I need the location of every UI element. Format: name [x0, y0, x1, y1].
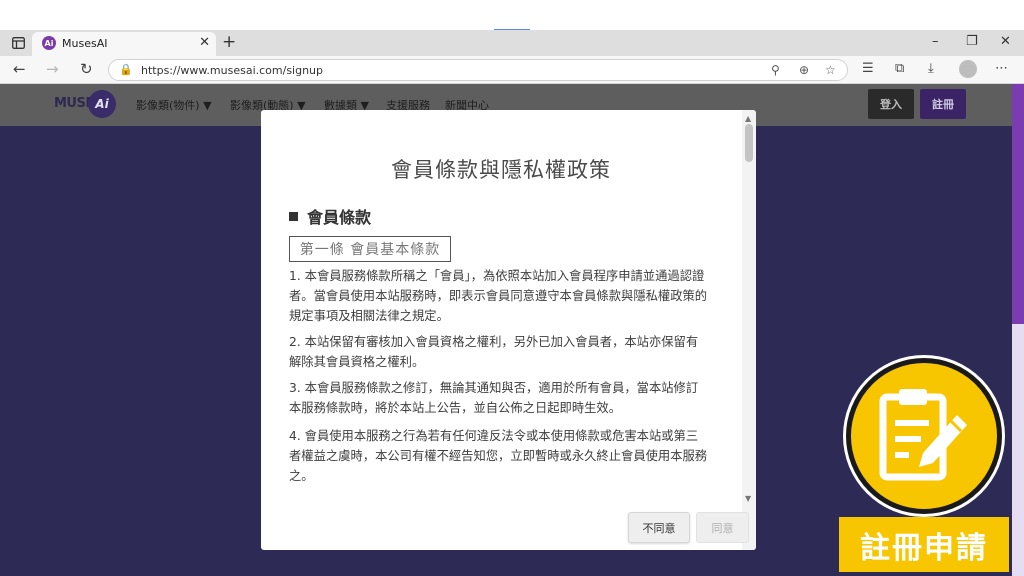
refresh-icon[interactable]: ↻: [80, 60, 93, 78]
signup-badge: [846, 358, 1002, 514]
agree-button[interactable]: 同意: [696, 512, 749, 543]
page-scroll-lower: [1012, 324, 1024, 576]
page-scroll-track: [1012, 84, 1024, 324]
read-aloud-icon[interactable]: ⚲: [771, 63, 780, 77]
square-bullet-icon: [289, 212, 298, 221]
signup-badge-label: 註冊申請: [839, 517, 1009, 572]
new-tab-button[interactable]: +: [222, 32, 236, 52]
favorite-add-icon[interactable]: ☆: [825, 63, 836, 77]
page-scrollbar[interactable]: [1012, 84, 1024, 576]
sidebar-toggle-icon[interactable]: [10, 35, 26, 51]
zoom-icon[interactable]: ⊕: [799, 63, 809, 77]
back-icon[interactable]: ←: [13, 60, 26, 78]
terms-paragraph-3: 3. 本會員服務條款之修訂，無論其通知與否，適用於所有會員，當本站修訂本服務條款…: [289, 381, 699, 415]
favorites-icon[interactable]: ☰: [862, 61, 874, 77]
article-title: 第一條 會員基本條款: [289, 236, 451, 262]
restore-icon[interactable]: ❐: [966, 34, 978, 49]
modal-title: 會員條款與隱私權政策: [391, 158, 611, 182]
minimize-icon[interactable]: –: [932, 34, 939, 49]
lock-icon[interactable]: 🔒: [119, 63, 133, 76]
collections-icon[interactable]: ⧉: [895, 61, 904, 77]
terms-paragraph-4: 4. 會員使用本服務之行為若有任何違反法令或本使用條款或危害本站或第三者權益之虞…: [289, 429, 708, 483]
browser-tab[interactable]: Ai MusesAI ✕: [32, 32, 216, 56]
modal-scrollbar[interactable]: ▲ ▼: [742, 110, 756, 550]
top-strip: [0, 0, 1024, 31]
register-button[interactable]: 註冊: [920, 89, 966, 119]
downloads-icon[interactable]: ⤓: [928, 61, 934, 77]
terms-modal: 會員條款與隱私權政策 會員條款 第一條 會員基本條款 1. 本會員服務條款所稱之…: [261, 110, 756, 550]
disagree-button[interactable]: 不同意: [628, 512, 690, 543]
url-text[interactable]: https://www.musesai.com/signup: [141, 64, 323, 77]
scroll-down-icon[interactable]: ▼: [745, 494, 751, 503]
scroll-thumb[interactable]: [745, 124, 753, 162]
login-button[interactable]: 登入: [868, 89, 914, 119]
more-icon[interactable]: ⋯: [995, 61, 1008, 77]
tab-title: MusesAI: [62, 37, 108, 50]
profile-icon[interactable]: [959, 60, 977, 78]
address-toolbar: ← → ↻ 🔒 https://www.musesai.com/signup ⚲…: [0, 56, 1024, 84]
nav-image-object[interactable]: 影像類(物件) ▼: [136, 97, 212, 113]
address-bar[interactable]: 🔒 https://www.musesai.com/signup ⚲ ⊕ ☆: [108, 59, 848, 81]
terms-paragraph-1: 1. 本會員服務條款所稱之「會員」，為依照本站加入會員程序申請並通過認證者。當會…: [289, 269, 708, 323]
section-heading-text: 會員條款: [307, 208, 372, 227]
section-heading: 會員條款: [289, 204, 371, 228]
site-logo-ai[interactable]: Ai: [88, 90, 116, 118]
tab-close-icon[interactable]: ✕: [199, 35, 210, 50]
close-window-icon[interactable]: ✕: [1000, 34, 1011, 49]
tab-bar: Ai MusesAI ✕ + – ❐ ✕: [0, 30, 1024, 56]
tab-favicon: Ai: [42, 36, 56, 50]
scroll-up-icon[interactable]: ▲: [745, 114, 751, 123]
terms-paragraph-2: 2. 本站保留有審核加入會員資格之權利，另外已加入會員者，本站亦保留有解除其會員…: [289, 335, 699, 369]
clipboard-edit-icon: [879, 389, 967, 481]
forward-icon[interactable]: →: [46, 60, 59, 78]
